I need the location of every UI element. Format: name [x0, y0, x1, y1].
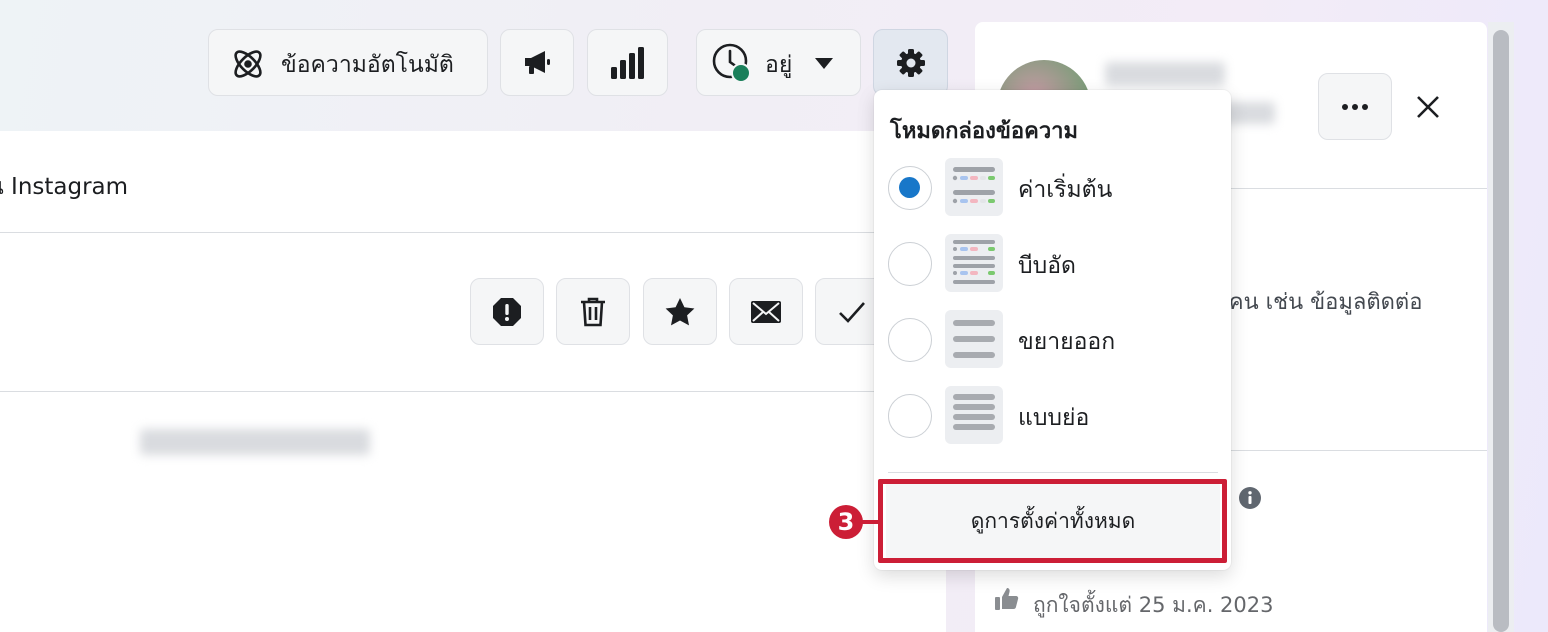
option-compact[interactable]: บีบอัด — [886, 232, 1216, 296]
envelope-icon — [751, 300, 781, 323]
bar-chart-icon — [610, 46, 645, 79]
default-layout-icon — [945, 158, 1003, 216]
dropdown-divider — [888, 472, 1218, 473]
gear-icon — [896, 48, 926, 78]
close-icon[interactable] — [1416, 95, 1440, 123]
dropdown-title: โหมดกล่องข้อความ — [890, 119, 1079, 144]
atom-icon — [229, 45, 267, 83]
insights-button[interactable] — [587, 29, 668, 96]
star-button[interactable] — [643, 278, 717, 345]
auto-message-button[interactable]: ข้อความอัตโนมัติ — [208, 29, 488, 96]
availability-button[interactable]: อยู่ — [696, 29, 861, 96]
likes-text: ถูกใจตั้งแต่ 25 ม.ค. 2023 — [1033, 593, 1274, 617]
thumbs-up-icon — [995, 588, 1019, 614]
divider — [0, 391, 946, 392]
info-icon[interactable] — [1239, 487, 1261, 513]
availability-label: อยู่ — [765, 52, 793, 78]
radio-condensed[interactable] — [888, 394, 932, 438]
spam-button[interactable] — [470, 278, 544, 345]
ads-button[interactable] — [500, 29, 574, 96]
trash-icon — [580, 297, 606, 327]
compact-layout-icon — [945, 234, 1003, 292]
info-text: ผู้คน เช่น ข้อมูลติดต่อ — [1216, 290, 1423, 315]
option-default-label: ค่าเริ่มต้น — [1018, 177, 1113, 203]
highlight-box — [878, 479, 1227, 563]
option-condensed[interactable]: แบบย่อ — [886, 384, 1216, 448]
conversation-panel: น Instagram — [0, 131, 946, 632]
step-badge: 3 — [829, 505, 863, 539]
more-options-button[interactable] — [1318, 73, 1392, 140]
instagram-text: น Instagram — [0, 174, 129, 200]
option-default[interactable]: ค่าเริ่มต้น — [886, 156, 1216, 220]
radio-default[interactable] — [888, 166, 932, 210]
clock-icon — [711, 42, 753, 84]
more-icon — [1342, 103, 1368, 110]
auto-message-label: ข้อความอัตโนมัติ — [281, 52, 454, 78]
blurred-sender-name — [140, 429, 370, 455]
blurred-contact-name — [1105, 62, 1225, 86]
check-icon — [838, 301, 866, 323]
caret-down-icon — [815, 58, 833, 69]
scrollbar-thumb[interactable] — [1493, 30, 1509, 632]
settings-button[interactable] — [873, 29, 948, 96]
radio-expanded[interactable] — [888, 318, 932, 362]
option-compact-label: บีบอัด — [1018, 253, 1076, 279]
option-condensed-label: แบบย่อ — [1018, 405, 1090, 431]
divider — [0, 232, 946, 233]
alert-icon — [492, 297, 522, 327]
radio-compact[interactable] — [888, 242, 932, 286]
step-connector — [861, 520, 880, 524]
expanded-layout-icon — [945, 310, 1003, 368]
option-expanded[interactable]: ขยายออก — [886, 308, 1216, 372]
condensed-layout-icon — [945, 386, 1003, 444]
mark-unread-button[interactable] — [729, 278, 803, 345]
delete-button[interactable] — [556, 278, 630, 345]
megaphone-icon — [522, 50, 552, 76]
option-expanded-label: ขยายออก — [1018, 329, 1116, 355]
star-icon — [665, 297, 695, 326]
